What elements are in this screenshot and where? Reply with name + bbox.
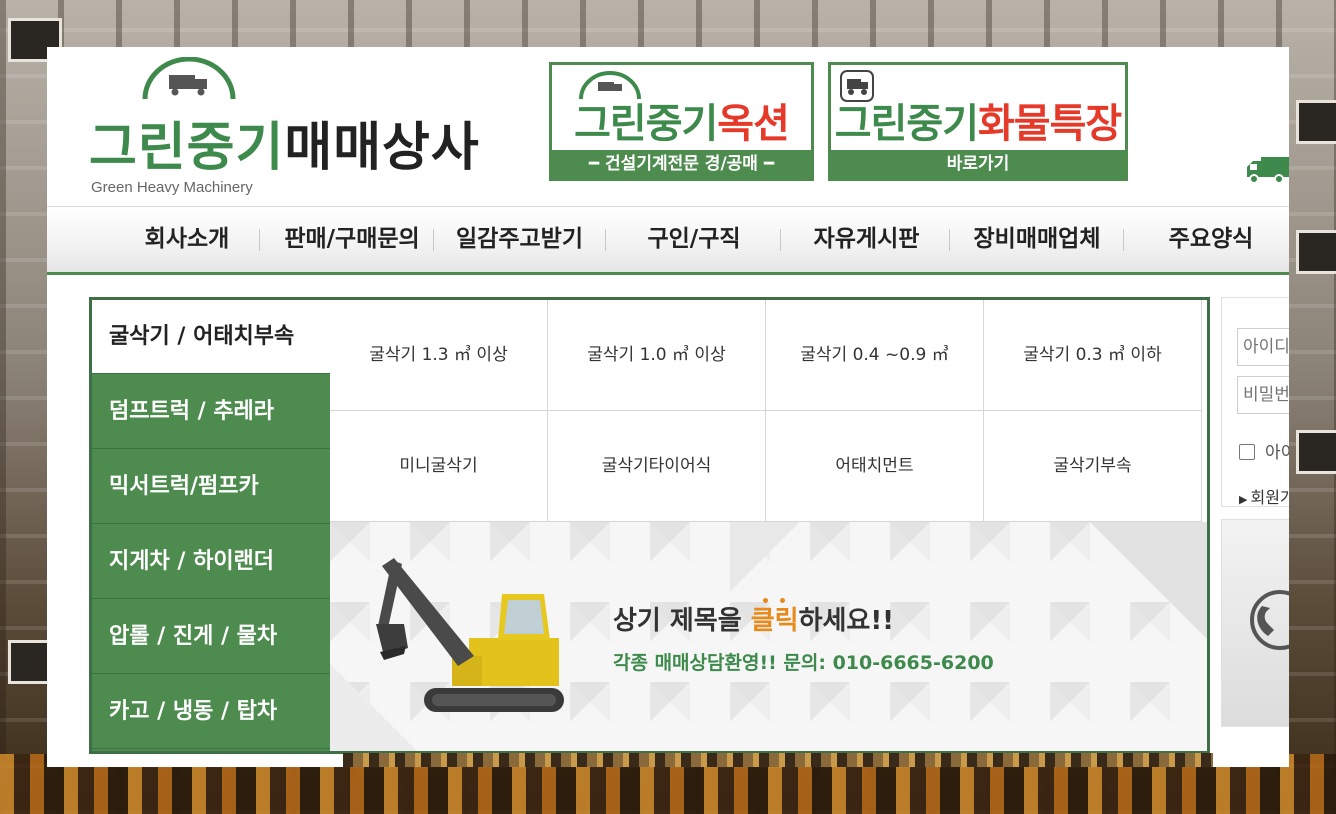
subcategory-cell[interactable]: 굴삭기 1.3 ㎥ 이상 (330, 300, 548, 411)
logo-title-dark: 매매상사 (284, 118, 480, 178)
subcategory-cell[interactable]: 굴삭기 0.3 ㎥ 이하 (984, 300, 1202, 411)
delivery-truck-icon (1247, 157, 1289, 184)
join-link-label: 회원가입 (1250, 488, 1289, 507)
nav-item-company[interactable]: 회사소개 (107, 207, 267, 272)
nav-divider (1123, 229, 1124, 251)
cargo-title-red: 화물특장 (978, 101, 1122, 147)
phone-icon (1250, 590, 1289, 650)
nav-divider (949, 229, 950, 251)
call-center-box[interactable] (1221, 519, 1289, 727)
nav-divider (433, 229, 434, 251)
decor-triangle (730, 522, 800, 592)
promo-banner: 상기 제목을 클릭하세요!! 각종 매매상담환영!! 문의: 010-6665-… (330, 522, 1207, 751)
logo-subtitle: Green Heavy Machinery (91, 179, 253, 196)
category-sidebar: 굴삭기 / 어태치부속 덤프트럭 / 추레라 믹서트럭/펌프카 지게차 / 하이… (92, 300, 330, 751)
nav-item-forms[interactable]: 주요양식 (1127, 207, 1289, 272)
sidebar-item-cargo-truck[interactable]: 카고 / 냉동 / 탑차 (92, 675, 330, 749)
cargo-banner[interactable]: 그린중기화물특장 바로가기 (828, 62, 1128, 181)
excavator-image (376, 558, 564, 712)
join-link[interactable]: ▶회원가입 (1239, 484, 1289, 508)
auction-banner-strip: ━ 건설기계전문 경/공매 ━ (552, 150, 811, 178)
promo-contact: 각종 매매상담환영!! 문의: 010-6665-6200 (613, 652, 994, 674)
promo-title: 상기 제목을 클릭하세요!! (613, 600, 894, 637)
background-window (1296, 430, 1336, 474)
remember-id-label: 아이디 저장 (1265, 443, 1289, 463)
sidebar-item-excavator[interactable]: 굴삭기 / 어태치부속 (92, 300, 330, 374)
subcategory-cell[interactable]: 굴삭기타이어식 (548, 411, 766, 522)
login-box: 아이디 저장 ▶회원가입 (1221, 297, 1289, 507)
cargo-title-green: 그린중기 (834, 101, 979, 147)
site-logo[interactable]: 그린중기매매상사 Green Heavy Machinery (89, 57, 519, 197)
nav-divider (605, 229, 606, 251)
nav-item-free-board[interactable]: 자유게시판 (784, 207, 949, 272)
promo-title-text: 상기 제목을 (613, 606, 751, 636)
nav-item-dealers[interactable]: 장비매매업체 (953, 207, 1121, 272)
auction-banner[interactable]: 그린중기옥션 ━ 건설기계전문 경/공매 ━ (549, 62, 814, 181)
login-panel: 아이디 저장 ▶회원가입 (1221, 297, 1289, 767)
footer-photo-strip (343, 753, 1213, 767)
cargo-banner-title: 그린중기화물특장 (831, 91, 1125, 149)
background-window (1296, 100, 1336, 144)
cargo-banner-strip: 바로가기 (831, 150, 1125, 178)
subcategory-grid: 굴삭기 1.3 ㎥ 이상 굴삭기 1.0 ㎥ 이상 굴삭기 0.4 ~0.9 ㎥… (330, 300, 1204, 522)
auction-title-red: 옥션 (717, 101, 790, 147)
decor-triangle (1090, 522, 1207, 642)
truck-arch-icon (142, 57, 236, 100)
remember-id-checkbox[interactable]: 아이디 저장 (1239, 438, 1289, 463)
auction-banner-title: 그린중기옥션 (552, 91, 811, 149)
nav-item-work-exchange[interactable]: 일감주고받기 (437, 207, 602, 272)
subcategory-cell[interactable]: 미니굴삭기 (330, 411, 548, 522)
category-panel: 굴삭기 / 어태치부속 덤프트럭 / 추레라 믹서트럭/펌프카 지게차 / 하이… (89, 297, 1210, 754)
subcategory-cell[interactable]: 굴삭기 1.0 ㎥ 이상 (548, 300, 766, 411)
sidebar-item-dump-truck[interactable]: 덤프트럭 / 추레라 (92, 375, 330, 449)
auction-title-green: 그린중기 (574, 101, 718, 147)
password-input[interactable] (1237, 376, 1289, 414)
promo-title-text: 하세요!! (798, 606, 895, 636)
nav-divider (780, 229, 781, 251)
subcategory-cell[interactable]: 굴삭기부속 (984, 411, 1202, 522)
subcategory-cell[interactable]: 어태치먼트 (766, 411, 984, 522)
background-window (1296, 230, 1336, 274)
sidebar-item-mixer-truck[interactable]: 믹서트럭/펌프카 (92, 450, 330, 524)
checkbox-icon (1239, 444, 1255, 460)
username-input[interactable] (1237, 328, 1289, 366)
subcategory-cell[interactable]: 굴삭기 0.4 ~0.9 ㎥ (766, 300, 984, 411)
nav-item-sales-inquiry[interactable]: 판매/구매문의 (267, 207, 437, 272)
nav-divider (259, 229, 260, 251)
nav-item-jobs[interactable]: 구인/구직 (609, 207, 779, 272)
sidebar-item-roll-truck[interactable]: 압롤 / 진게 / 물차 (92, 600, 330, 674)
arrow-right-icon: ▶ (1239, 493, 1248, 506)
promo-title-highlight: 클릭 (750, 606, 799, 636)
main-nav: 회사소개 판매/구매문의 일감주고받기 구인/구직 자유게시판 장비매매업체 주… (47, 206, 1289, 275)
page: 그린중기매매상사 Green Heavy Machinery 그린중기옥션 ━ … (47, 47, 1289, 767)
sidebar-item-forklift[interactable]: 지게차 / 하이랜더 (92, 525, 330, 599)
logo-title-green: 그린중기 (89, 118, 285, 178)
logo-title: 그린중기매매상사 (89, 105, 480, 180)
